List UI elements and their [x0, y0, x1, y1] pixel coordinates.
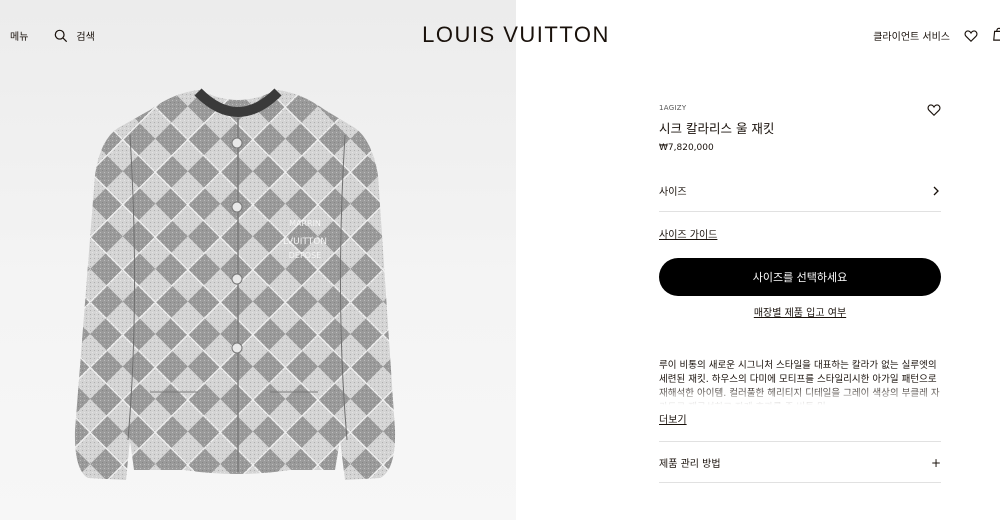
shopping-bag-icon[interactable]: [992, 27, 1000, 44]
size-label: 사이즈: [659, 187, 687, 198]
wishlist-heart-icon[interactable]: [927, 103, 941, 117]
select-size-button[interactable]: 사이즈를 선택하세요: [659, 258, 941, 296]
size-guide-link[interactable]: 사이즈 가이드: [659, 226, 717, 241]
svg-text:LVUITTON: LVUITTON: [283, 237, 327, 247]
jacket-illustration: MARRIN LVUITTON DEPOSE: [74, 88, 396, 480]
brand-logo[interactable]: LOUIS VUITTON: [422, 22, 610, 48]
plus-icon: +: [930, 455, 941, 470]
care-instructions-toggle[interactable]: 제품 관리 방법 +: [659, 441, 941, 483]
chevron-right-icon: [933, 186, 939, 195]
svg-text:DEPOSE: DEPOSE: [289, 251, 321, 260]
menu-button[interactable]: 메뉴: [10, 28, 28, 43]
heart-icon[interactable]: [964, 29, 978, 43]
svg-text:MARRIN: MARRIN: [289, 219, 321, 228]
search-label: 검색: [76, 32, 95, 43]
product-title: 시크 칼라리스 울 재킷: [659, 121, 775, 136]
size-selector[interactable]: 사이즈: [659, 183, 941, 212]
search-button[interactable]: 검색: [54, 28, 95, 43]
product-panel: 1AGIZY 시크 칼라리스 울 재킷 ₩7,820,000 사이즈 사이즈 가…: [659, 104, 941, 483]
product-sku: 1AGIZY: [659, 104, 687, 112]
read-more-link[interactable]: 더보기: [659, 411, 687, 426]
product-price: ₩7,820,000: [659, 143, 714, 153]
care-label: 제품 관리 방법: [659, 459, 721, 470]
search-icon: [55, 29, 68, 42]
header-right: 클라이언트 서비스: [873, 27, 1000, 44]
product-description: 루이 비통의 새로운 시그니처 스타일을 대표하는 칼라가 없는 실루엣의 세련…: [659, 359, 941, 405]
store-availability-link[interactable]: 매장별 제품 입고 여부: [659, 304, 941, 319]
header-left: 메뉴 검색: [10, 28, 95, 43]
client-service-link[interactable]: 클라이언트 서비스: [873, 28, 950, 43]
product-image[interactable]: MARRIN LVUITTON DEPOSE: [0, 0, 516, 520]
